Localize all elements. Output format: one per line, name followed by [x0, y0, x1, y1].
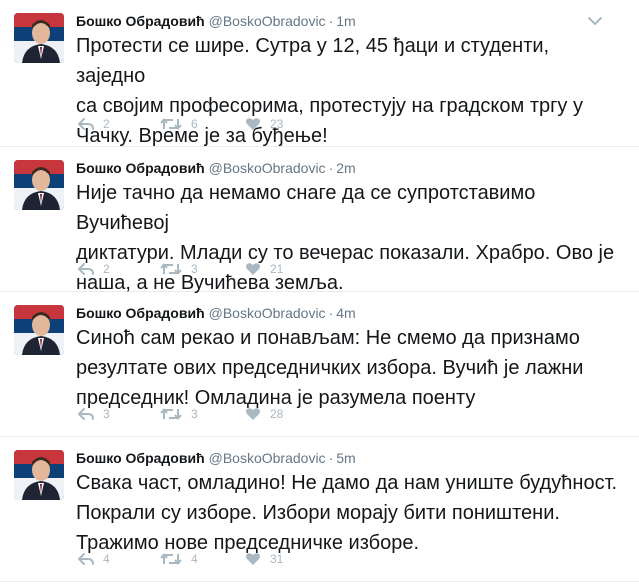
heart-icon — [245, 262, 261, 276]
avatar[interactable] — [14, 160, 64, 210]
tweet[interactable]: Бошко Обрадовић @BoskoObradovic · 2m Није т… — [0, 147, 639, 294]
retweet-count: 3 — [191, 262, 198, 276]
tweet-timestamp[interactable]: 2m — [336, 160, 355, 176]
author-handle[interactable]: @BoskoObradovic — [209, 450, 326, 466]
heart-icon — [245, 407, 261, 421]
tweet-header: Бошко Обрадовић @BoskoObradovic · 1m — [76, 13, 356, 29]
author-name[interactable]: Бошко Обрадовић — [76, 305, 205, 321]
tweet[interactable]: Бошко Обрадовић @BoskoObradovic · 5m Свака … — [0, 437, 639, 582]
like-button[interactable]: 31 — [245, 549, 283, 569]
chevron-down-icon[interactable] — [587, 14, 603, 26]
reply-button[interactable]: 2 — [78, 114, 110, 134]
tweet[interactable]: Бошко Обрадовић @BoskoObradovic · 1m Протес… — [0, 0, 639, 147]
heart-icon — [245, 117, 261, 131]
tweet-timestamp[interactable]: 4m — [336, 305, 355, 321]
retweet-button[interactable]: 3 — [160, 404, 198, 424]
tweet[interactable]: Бошко Обрадовић @BoskoObradovic · 4m Синоћ … — [0, 292, 639, 437]
retweet-button[interactable]: 4 — [160, 549, 198, 569]
like-button[interactable]: 21 — [245, 259, 283, 279]
tweet-text: Свака част, омладино! Не дамо да нам уни… — [76, 472, 618, 554]
author-handle[interactable]: @BoskoObradovic — [209, 160, 326, 176]
author-name[interactable]: Бошко Обрадовић — [76, 450, 205, 466]
like-button[interactable]: 23 — [245, 114, 283, 134]
tweet-timestamp[interactable]: 1m — [336, 13, 355, 29]
like-count: 31 — [270, 552, 284, 566]
tweet-header: Бошко Обрадовић @BoskoObradovic · 2m — [76, 160, 356, 176]
retweet-icon — [160, 407, 182, 421]
like-button[interactable]: 28 — [245, 404, 283, 424]
reply-button[interactable]: 2 — [78, 259, 110, 279]
reply-icon — [78, 552, 94, 566]
retweet-icon — [160, 117, 182, 131]
retweet-button[interactable]: 3 — [160, 259, 198, 279]
author-name[interactable]: Бошко Обрадовић — [76, 13, 205, 29]
reply-count: 3 — [103, 407, 110, 421]
tweet-text: Синоћ сам рекао и понављам: Не смемо да … — [76, 327, 584, 409]
tweet-text: Није тачно да немамо снаге да се супротс… — [76, 182, 615, 294]
like-count: 21 — [270, 262, 284, 276]
reply-count: 2 — [103, 117, 110, 131]
author-name[interactable]: Бошко Обрадовић — [76, 160, 205, 176]
reply-icon — [78, 407, 94, 421]
like-count: 28 — [270, 407, 284, 421]
tweet-header: Бошко Обрадовић @BoskoObradovic · 4m — [76, 305, 356, 321]
reply-icon — [78, 117, 94, 131]
reply-count: 2 — [103, 262, 110, 276]
reply-button[interactable]: 4 — [78, 549, 110, 569]
retweet-count: 6 — [191, 117, 198, 131]
author-handle[interactable]: @BoskoObradovic — [209, 13, 326, 29]
tweet-timestamp[interactable]: 5m — [336, 450, 355, 466]
retweet-button[interactable]: 6 — [160, 114, 198, 134]
avatar[interactable] — [14, 450, 64, 500]
reply-icon — [78, 262, 94, 276]
retweet-count: 4 — [191, 552, 198, 566]
like-count: 23 — [270, 117, 284, 131]
tweet-header: Бошко Обрадовић @BoskoObradovic · 5m — [76, 450, 356, 466]
avatar[interactable] — [14, 13, 64, 63]
avatar[interactable] — [14, 305, 64, 355]
heart-icon — [245, 552, 261, 566]
retweet-icon — [160, 552, 182, 566]
reply-count: 4 — [103, 552, 110, 566]
tweet-text: Протести се шире. Сутра у 12, 45 ђаци и … — [76, 35, 583, 147]
tweet-timeline: Бошко Обрадовић @BoskoObradovic · 1m Протес… — [0, 0, 639, 582]
retweet-count: 3 — [191, 407, 198, 421]
reply-button[interactable]: 3 — [78, 404, 110, 424]
retweet-icon — [160, 262, 182, 276]
author-handle[interactable]: @BoskoObradovic — [209, 305, 326, 321]
